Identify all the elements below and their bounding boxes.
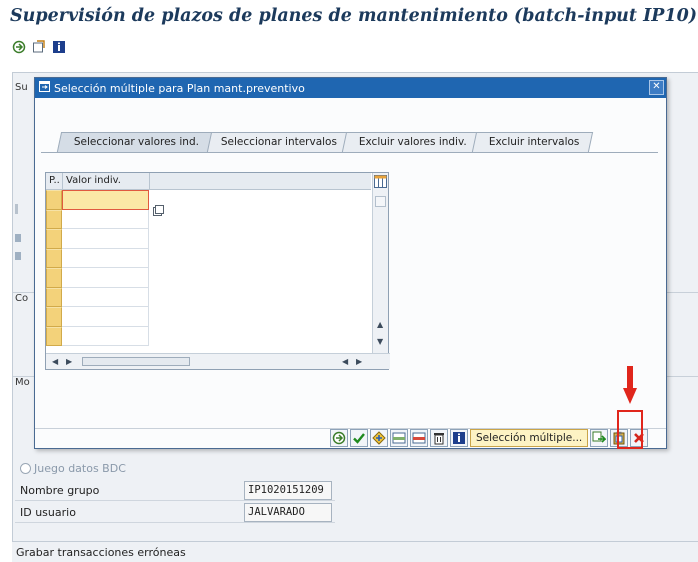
import-text-icon[interactable] [590,429,609,447]
row-divider [15,522,335,523]
highlight-box-annotation [617,410,643,449]
table-row [46,229,149,249]
scroll-right-icon[interactable]: ▶ [356,357,362,366]
table-rows [46,190,149,346]
table-header: P.. Valor indiv. [46,173,371,190]
dialog-toolbar: Selección múltiple... [330,429,649,447]
execute-icon[interactable] [330,429,348,447]
dialog-titlebar[interactable]: Selección múltiple para Plan mant.preven… [35,78,666,98]
tab-content: P.. Valor indiv. ▲ ▼ ◀ ▶ ◀ ▶ [41,152,658,402]
value-cell[interactable] [62,248,149,268]
row-selector[interactable] [46,209,62,229]
page-title: Supervisión de plazos de planes de mante… [10,6,698,26]
group-name-field[interactable]: IP1020151209 [244,481,332,500]
check-icon[interactable] [350,429,368,447]
multiple-selection-button[interactable]: Selección múltiple... [470,429,589,447]
table-settings-icon[interactable] [374,175,387,191]
multi-icon[interactable] [370,429,388,447]
table-row [46,326,149,346]
insert-row-icon[interactable] [390,429,408,447]
row-selector[interactable] [46,190,62,210]
table-row [46,287,149,307]
delete-row-icon[interactable] [410,429,428,447]
table-row [46,190,149,210]
value-cell[interactable] [62,307,149,327]
tab-label: Excluir intervalos [488,136,580,148]
dialog-window-icon [39,81,50,95]
group-name-label: Nombre grupo [20,484,100,497]
scroll-thumb[interactable] [375,196,386,207]
scroll-left-icon[interactable]: ◀ [342,357,348,366]
trash-icon[interactable] [430,429,448,447]
scroll-thumb[interactable] [82,357,190,366]
info-icon[interactable] [52,40,66,54]
value-cell[interactable] [62,190,149,210]
group-title-stub: Su [15,82,28,93]
row-selector[interactable] [46,326,62,346]
red-arrow-annotation [623,366,637,404]
errors-group-label: Grabar transacciones erróneas [16,546,186,559]
value-help-icon[interactable] [153,205,164,219]
column-header-selection[interactable]: P.. [46,173,63,190]
variant-icon[interactable] [32,40,46,54]
tab-label: Seleccionar valores ind. [73,136,199,148]
tab-label: Seleccionar intervalos [220,136,338,148]
field-label-stub [15,204,18,214]
group-title-stub: Co [15,293,29,304]
row-selector[interactable] [46,229,62,249]
vertical-scrollbar[interactable]: ▲ ▼ [372,173,388,354]
tab-select-single-values[interactable]: Seleccionar valores ind. [56,132,213,152]
dialog-body: Seleccionar valores ind. Seleccionar int… [35,98,666,448]
row-selector[interactable] [46,307,62,327]
table-row [46,209,149,229]
group-title-stub: Mo [15,377,30,388]
bdc-radio-label: Juego datos BDC [34,462,126,475]
scroll-down-icon[interactable]: ▼ [377,337,383,346]
scroll-up-icon[interactable]: ▲ [377,320,383,329]
multiple-selection-dialog: Selección múltiple para Plan mant.preven… [34,77,667,449]
user-id-label: ID usuario [20,506,76,519]
tab-exclude-ranges[interactable]: Excluir intervalos [471,132,593,152]
row-selector[interactable] [46,268,62,288]
value-cell[interactable] [62,287,149,307]
value-cell[interactable] [62,229,149,249]
scroll-left-icon[interactable]: ◀ [52,357,58,366]
tab-exclude-single-values[interactable]: Excluir valores indiv. [341,132,481,152]
row-selector[interactable] [46,248,62,268]
value-cell[interactable] [62,326,149,346]
checkbox-stub [15,252,21,260]
value-cell[interactable] [62,268,149,288]
application-toolbar [12,40,66,54]
values-table: P.. Valor indiv. ▲ ▼ ◀ ▶ ◀ ▶ [45,172,390,370]
table-row [46,307,149,327]
info-icon[interactable] [450,429,468,447]
tab-select-ranges[interactable]: Seleccionar intervalos [203,132,351,152]
user-id-field[interactable]: JALVARADO [244,503,332,522]
tab-label: Excluir valores indiv. [359,136,467,148]
scroll-right-icon[interactable]: ▶ [66,357,72,366]
table-row [46,268,149,288]
errors-group: Grabar transacciones erróneas [12,541,698,562]
column-header-value[interactable]: Valor indiv. [63,173,150,190]
checkbox-stub [15,234,21,242]
column-header-filler [150,173,371,190]
radio-button[interactable] [20,463,31,474]
value-cell[interactable] [62,209,149,229]
bdc-radio-option[interactable]: Juego datos BDC [20,462,126,475]
row-divider [15,500,335,501]
execute-icon[interactable] [12,40,26,54]
horizontal-scrollbar[interactable]: ◀ ▶ ◀ ▶ [46,353,390,369]
tabstrip: Seleccionar valores ind. Seleccionar int… [56,132,593,152]
close-icon[interactable]: ✕ [649,80,664,95]
dialog-title: Selección múltiple para Plan mant.preven… [54,81,305,95]
table-row [46,248,149,268]
row-selector[interactable] [46,287,62,307]
